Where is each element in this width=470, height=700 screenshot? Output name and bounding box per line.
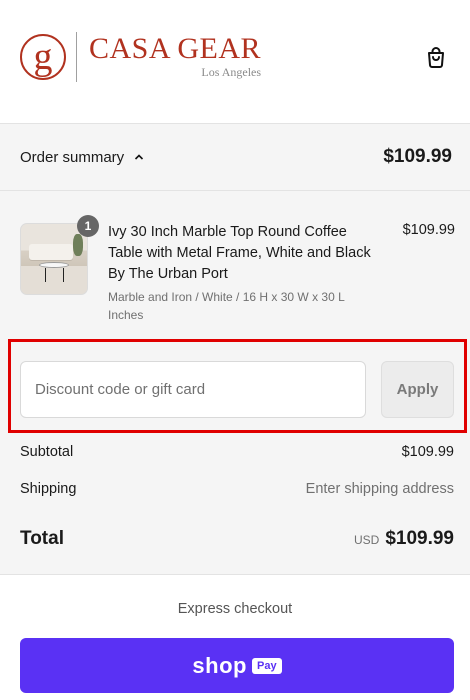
currency-code: USD (353, 533, 380, 547)
shopping-bag-icon[interactable] (424, 45, 448, 69)
subtotal-row: Subtotal $109.99 (20, 444, 454, 460)
subtotal-value: $109.99 (401, 444, 454, 460)
order-summary-bar: Order summary $109.99 (0, 123, 470, 191)
product-price: $109.99 (402, 222, 455, 238)
logo-divider (76, 32, 77, 82)
logo-mark: g (20, 34, 66, 80)
shipping-value: Enter shipping address (305, 481, 454, 497)
brand-name: CASA GEAR (89, 32, 262, 65)
product-thumbnail (20, 223, 88, 295)
brand-logo[interactable]: g CASA GEAR Los Angeles (20, 32, 261, 82)
shipping-row: Shipping Enter shipping address (20, 481, 454, 497)
shop-pay-logo-text: shop (192, 652, 247, 678)
express-checkout-label: Express checkout (177, 601, 293, 617)
subtotal-label: Subtotal (20, 444, 74, 460)
shipping-label: Shipping (20, 481, 77, 497)
chevron-up-icon (135, 154, 144, 160)
shop-pay-badge: Pay (251, 657, 282, 674)
shop-pay-button[interactable]: shop Pay (20, 638, 454, 693)
product-variant: Marble and Iron / White / 16 H x 30 W x … (108, 290, 345, 322)
order-summary-label: Order summary (20, 148, 125, 166)
total-amount: $109.99 (385, 528, 454, 549)
total-label: Total (20, 528, 64, 549)
order-summary-total: $109.99 (383, 146, 452, 167)
logo-text: CASA GEAR Los Angeles (89, 34, 261, 80)
quantity-badge: 1 (77, 215, 99, 237)
order-summary-toggle[interactable]: Order summary (20, 149, 144, 166)
header: g CASA GEAR Los Angeles (0, 0, 470, 123)
product-title: Ivy 30 Inch Marble Top Round Coffee Tabl… (108, 224, 371, 282)
highlight-box (8, 339, 467, 433)
brand-subtitle: Los Angeles (201, 65, 262, 79)
total-value-group: USD $109.99 (354, 528, 454, 550)
total-row: Total USD $109.99 (20, 528, 454, 550)
